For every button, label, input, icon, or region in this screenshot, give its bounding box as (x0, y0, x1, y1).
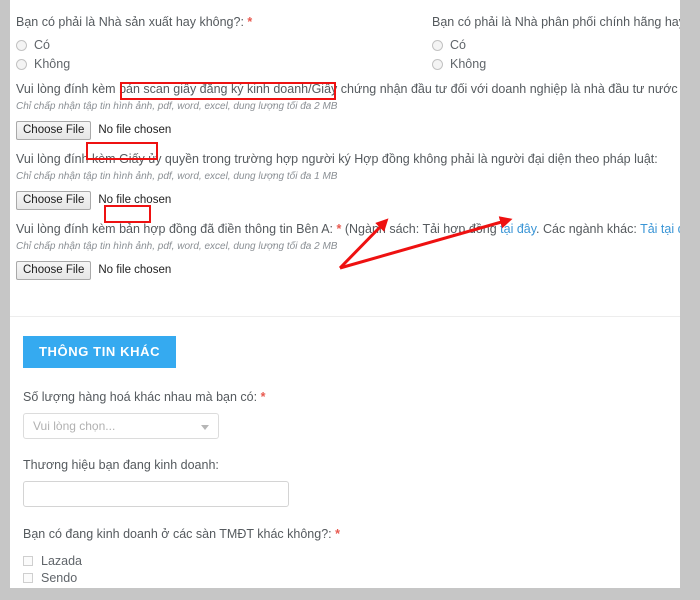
marketplaces-required-asterisk: * (335, 527, 340, 541)
upload-2-label-pre: Vui lòng đính kèm (16, 152, 119, 166)
manufacturer-radio-no[interactable]: Không (16, 57, 436, 72)
upload-2-label: Vui lòng đính kèm Giấy ủy quyền trong tr… (16, 152, 680, 167)
upload-2-file-row: Choose File No file chosen (16, 191, 680, 210)
upload-1-file-row: Choose File No file chosen (16, 121, 680, 140)
upload-1-choose-file-button[interactable]: Choose File (16, 121, 91, 140)
radio-circle-icon[interactable] (432, 40, 443, 51)
radio-circle-icon[interactable] (432, 59, 443, 70)
upload-3-file-row: Choose File No file chosen (16, 261, 680, 280)
form-page: Bạn có phải là Nhà sản xuất hay không?: … (10, 0, 680, 588)
upload-block-authorization-letter: Vui lòng đính kèm Giấy ủy quyền trong tr… (16, 152, 680, 210)
quantity-field-label-text: Số lượng hàng hoá khác nhau mà bạn có: (23, 390, 257, 404)
checkbox-label: Sendo (41, 571, 77, 585)
upload-3-hint: Chỉ chấp nhận tập tin hình ảnh, pdf, wor… (16, 240, 680, 253)
upload-3-label-highlight: hợp đồng (143, 222, 196, 236)
distributor-question-group: Bạn có phải là Nhà phân phối chính hãng … (432, 14, 680, 72)
distributor-radio-no-label: Không (450, 58, 486, 71)
quantity-field-label: Số lượng hàng hoá khác nhau mà bạn có: * (23, 389, 680, 405)
contract-download-link-other[interactable]: Tải tại đây (640, 222, 680, 236)
manufacturer-question-text: Bạn có phải là Nhà sản xuất hay không?: (16, 15, 244, 29)
upload-2-choose-file-button[interactable]: Choose File (16, 191, 91, 210)
checkbox-label: Lazada (41, 554, 82, 568)
checkbox-icon[interactable] (23, 556, 33, 566)
radio-circle-icon[interactable] (16, 59, 27, 70)
brand-field-label: Thương hiệu bạn đang kinh doanh: (23, 457, 680, 473)
distributor-question-label: Bạn có phải là Nhà phân phối chính hãng … (432, 14, 680, 30)
distributor-radio-yes-label: Có (450, 39, 466, 52)
upload-1-file-status: No file chosen (98, 124, 171, 137)
upload-1-label: Vui lòng đính kèm bản scan giấy đăng ký … (16, 82, 680, 97)
section-divider (10, 316, 680, 317)
upload-2-file-status: No file chosen (98, 194, 171, 207)
upload-1-label-highlight: giấy đăng ký kinh doanh/Giấy chứng nhận … (173, 82, 447, 96)
upload-2-hint: Chỉ chấp nhận tập tin hình ảnh, pdf, wor… (16, 170, 680, 183)
manufacturer-question-group: Bạn có phải là Nhà sản xuất hay không?: … (16, 14, 436, 72)
distributor-radio-no[interactable]: Không (432, 57, 680, 72)
distributor-radio-yes[interactable]: Có (432, 38, 680, 53)
manufacturer-radio-no-label: Không (34, 58, 70, 71)
upload-3-label-pre: Vui lòng đính kèm bản (16, 222, 143, 236)
upload-block-business-license: Vui lòng đính kèm bản scan giấy đăng ký … (16, 82, 680, 140)
quantity-select[interactable]: Vui lòng chọn... (23, 413, 219, 439)
manufacturer-radio-yes[interactable]: Có (16, 38, 436, 53)
marketplaces-checkbox-list: Lazada Sendo Adayroi Shopee (10, 552, 680, 588)
checkbox-icon[interactable] (23, 573, 33, 583)
manufacturer-radio-yes-label: Có (34, 39, 50, 52)
screenshot-root: Bạn có phải là Nhà sản xuất hay không?: … (0, 0, 700, 600)
upload-3-label-post: đã điền thông tin Bên A: (197, 222, 337, 236)
upload-2-label-highlight: Giấy ủy quyền (119, 152, 199, 166)
upload-3-file-status: No file chosen (98, 264, 171, 277)
upload-block-contract: Vui lòng đính kèm bản hợp đồng đã điền t… (16, 222, 680, 280)
checkbox-item-lazada[interactable]: Lazada (23, 552, 680, 569)
upload-1-label-post: đối với doanh nghiệp là nhà đầu tư nước … (447, 82, 680, 96)
upload-1-label-pre: Vui lòng đính kèm bản scan (16, 82, 173, 96)
distributor-question-text: Bạn có phải là Nhà phân phối chính hãng … (432, 15, 680, 29)
other-info-section: THÔNG TIN KHÁC Số lượng hàng hoá khác nh… (10, 336, 680, 588)
manufacturer-question-label: Bạn có phải là Nhà sản xuất hay không?: … (16, 14, 436, 30)
radio-circle-icon[interactable] (16, 40, 27, 51)
quantity-select-value: Vui lòng chọn... (33, 419, 115, 434)
checkbox-item-sendo[interactable]: Sendo (23, 569, 680, 586)
manufacturer-required-asterisk: * (247, 15, 252, 29)
radio-questions-region: Bạn có phải là Nhà sản xuất hay không?: … (10, 0, 680, 72)
chevron-down-icon[interactable] (201, 425, 209, 430)
upload-1-hint: Chỉ chấp nhận tập tin hình ảnh, pdf, wor… (16, 100, 680, 113)
upload-3-suffix-mid: . Các ngành khác: (536, 222, 640, 236)
upload-3-label: Vui lòng đính kèm bản hợp đồng đã điền t… (16, 222, 680, 237)
other-info-section-badge: THÔNG TIN KHÁC (23, 336, 176, 368)
checkbox-item-adayroi[interactable]: Adayroi (23, 586, 680, 588)
upload-3-suffix-open: (Ngành sách: Tải hợp đồng (341, 222, 500, 236)
upload-3-choose-file-button[interactable]: Choose File (16, 261, 91, 280)
quantity-required-asterisk: * (261, 390, 266, 404)
brand-input[interactable] (23, 481, 289, 507)
checkbox-label: Adayroi (41, 588, 83, 589)
marketplaces-field-label: Bạn có đang kinh doanh ở các sàn TMĐT kh… (23, 526, 680, 542)
form-content: Bạn có phải là Nhà sản xuất hay không?: … (10, 0, 680, 588)
contract-download-link-books[interactable]: tại đây (500, 222, 536, 236)
upload-2-label-post: trong trường hợp người ký Hợp đồng không… (199, 152, 658, 166)
marketplaces-field-label-text: Bạn có đang kinh doanh ở các sàn TMĐT kh… (23, 527, 332, 541)
